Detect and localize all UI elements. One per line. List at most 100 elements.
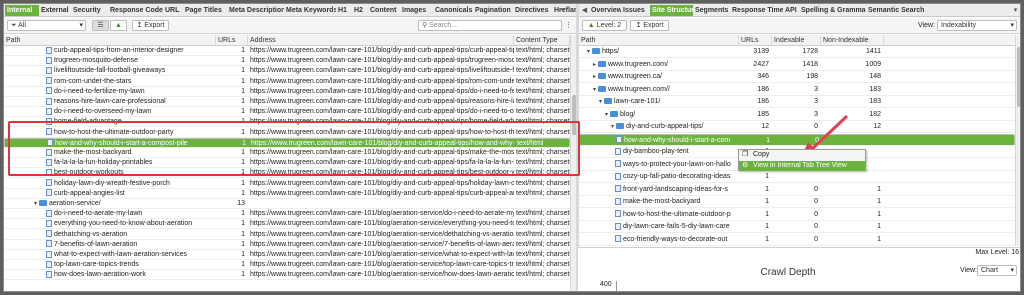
context-menu-copy[interactable]: ❐ Copy xyxy=(739,150,865,160)
tab-page-titles[interactable]: Page Titles xyxy=(185,5,227,16)
tab-meta-description[interactable]: Meta Description xyxy=(229,5,284,16)
table-row[interactable]: how-does-lawn-aeration-work 1 https://www.… xyxy=(4,270,570,281)
cell-path: make-the-most-backyard xyxy=(579,196,739,208)
column-header-path[interactable]: Path xyxy=(4,35,216,46)
export-button[interactable]: ↥ Export xyxy=(132,20,169,31)
tree-row[interactable]: ▾ https/3139 1728 1411 xyxy=(579,46,1015,58)
tree-row[interactable]: front-yard-landscaping-ideas-for-s 1 0 1 xyxy=(579,184,1015,196)
tab-meta-keywords[interactable]: Meta Keywords xyxy=(286,5,336,16)
path-text: do-i-need-to-aerate-my-lawn xyxy=(54,210,143,218)
tree-row[interactable]: ▾ lawn-care-101/186 3 183 xyxy=(579,96,1015,108)
expand-caret-icon[interactable]: ▾ xyxy=(603,109,610,121)
path-text: www.trugreen.com/ xyxy=(608,60,668,68)
tab-scroll-down-icon[interactable]: ▾ xyxy=(558,4,567,17)
table-row[interactable]: curb-appeal-angies-list 1 https://www.trug… xyxy=(4,189,570,199)
column-header-urls[interactable]: URLs xyxy=(216,35,248,46)
table-row[interactable]: reasons-hire-lawn-care-professional 1 http… xyxy=(4,97,570,107)
table-row[interactable]: top-lawn-care-topics-trends 1 https://www.… xyxy=(4,260,570,271)
search-input[interactable]: ⚲ Search... xyxy=(418,20,562,31)
tab-segments[interactable]: Segments xyxy=(695,5,730,16)
tab-response-codes[interactable]: Response Codes xyxy=(110,5,163,16)
table-row[interactable]: dethatching-vs-aeration 1 https://www.trug… xyxy=(4,230,570,240)
level-selector[interactable]: ▲ Level: 2 xyxy=(582,20,627,31)
tab-images[interactable]: Images xyxy=(402,5,433,16)
tab-issues[interactable]: Issues xyxy=(623,5,648,16)
chevron-down-icon: ▾ xyxy=(1010,22,1014,29)
table-row[interactable]: curb-appeal-tips-from-an-interior-design… xyxy=(4,46,570,56)
tab-api[interactable]: API xyxy=(785,5,799,16)
chart-view-select[interactable]: Chart ▾ xyxy=(977,265,1017,276)
file-icon xyxy=(615,210,621,218)
expand-caret-icon[interactable]: ▾ xyxy=(32,199,39,209)
cell-address: https://www.trugreen.com/lawn-care-101/b… xyxy=(250,179,514,187)
table-row[interactable]: ▾ aeration-service/13 xyxy=(4,199,570,209)
table-row[interactable]: holiday-lawn-diy-wreath-festive-porch 1 ht… xyxy=(4,179,570,189)
column-header-non-indexable[interactable]: Non-Indexable xyxy=(821,35,884,46)
file-icon xyxy=(46,189,52,197)
cell-urls: 186 xyxy=(757,85,769,93)
tree-row[interactable]: ▸ www.trugreen.com/2427 1418 1009 xyxy=(579,59,1015,71)
tab-url[interactable]: URL xyxy=(165,5,183,16)
tab-response-times[interactable]: Response Times xyxy=(732,5,783,16)
export-button[interactable]: ↥ Export xyxy=(630,20,669,31)
table-row[interactable]: trugreen-mosquito-defense 1 https://www.tr… xyxy=(4,56,570,67)
right-scrollbar[interactable] xyxy=(1015,35,1020,246)
table-row[interactable]: everything-you-need-to-know-about-aerati… xyxy=(4,219,570,230)
tab-canonicals[interactable]: Canonicals xyxy=(435,5,473,16)
tab-internal[interactable]: Internal xyxy=(5,5,39,16)
tab-semantic-search[interactable]: Semantic Search xyxy=(868,5,933,16)
export-icon: ↥ xyxy=(136,22,143,29)
table-row[interactable]: rom-com-under-the-stars 1 https://www.trug… xyxy=(4,77,570,87)
table-row[interactable]: 7-benefits-of-lawn-aeration 1 https://www.… xyxy=(4,240,570,250)
tree-row[interactable]: how-to-host-the-ultimate-outdoor-p 1 0 1 xyxy=(579,209,1015,221)
path-text: top-lawn-care-topics-trends xyxy=(54,261,139,269)
scrollbar-thumb[interactable] xyxy=(1017,47,1020,107)
table-row[interactable]: do-i-need-to-fertilize-my-lawn 1 https://w… xyxy=(4,87,570,97)
expand-caret-icon[interactable]: ▸ xyxy=(591,71,598,83)
tab-directives[interactable]: Directives xyxy=(515,5,552,16)
table-row[interactable]: do-i-need-to-overseed-my-lawn 1 https://ww… xyxy=(4,107,570,118)
expand-caret-icon[interactable]: ▾ xyxy=(585,46,592,58)
tree-row[interactable]: ▸ www.trugreen.ca/346 198 148 xyxy=(579,71,1015,83)
tab-h1[interactable]: H1 xyxy=(338,5,352,16)
tab-overview[interactable]: Overview xyxy=(591,5,621,16)
export-label: Export xyxy=(144,22,165,29)
expand-caret-icon[interactable]: ▾ xyxy=(609,121,616,133)
tab-h2[interactable]: H2 xyxy=(354,5,368,16)
tab-pagination[interactable]: Pagination xyxy=(475,5,513,16)
tree-row[interactable]: ▾ www.trugreen.com// 186 3 183 xyxy=(579,84,1015,96)
tab-spelling-grammar[interactable]: Spelling & Grammar xyxy=(801,5,866,16)
tab-scroll-left-icon[interactable]: ◀ xyxy=(580,4,589,17)
cell-path: how-and-why-should-i-start-a-com xyxy=(580,135,740,147)
expand-caret-icon[interactable]: ▾ xyxy=(597,96,604,108)
table-row[interactable]: liveliftoutside-fall-football-giveaways 1… xyxy=(4,66,570,77)
tab-external[interactable]: External xyxy=(41,5,71,16)
table-row[interactable]: do-i-need-to-aerate-my-lawn 1 https://www.… xyxy=(4,209,570,220)
expand-caret-icon[interactable]: ▸ xyxy=(591,59,598,71)
cell-urls: 1 xyxy=(241,77,245,85)
tab-security[interactable]: Security xyxy=(73,5,108,16)
column-header-urls[interactable]: URLs xyxy=(739,35,772,46)
column-header-indexable[interactable]: Indexable xyxy=(772,35,821,46)
file-icon xyxy=(46,271,52,279)
list-view-button[interactable]: ☰ xyxy=(92,20,109,31)
filter-select[interactable]: ⏷ All ▾ xyxy=(7,20,86,31)
tree-row[interactable]: diy-lawn-care-fails-5-diy-lawn-care 1 0 1 xyxy=(579,221,1015,233)
context-menu-view-tree[interactable]: ⚙ View in Internal Tab Tree View xyxy=(739,161,865,171)
tree-row[interactable]: make-the-most-backyard 1 0 1 xyxy=(579,196,1015,208)
column-header-content-type[interactable]: Content Type xyxy=(514,35,570,46)
cell-urls: 1 xyxy=(241,261,245,269)
tab-scroll-down-icon[interactable]: ▾ xyxy=(1011,4,1020,17)
tab-content[interactable]: Content xyxy=(370,5,400,16)
table-row[interactable]: what-to-expect-with-lawn-aeration-servic… xyxy=(4,250,570,260)
view-select[interactable]: Indexability ▾ xyxy=(937,20,1017,31)
tree-row[interactable]: cozy-up-fall-patio-decorating-ideas 1 xyxy=(579,171,1015,183)
column-header-path[interactable]: Path xyxy=(579,35,739,46)
column-header-address[interactable]: Address xyxy=(248,35,514,46)
tree-view-button[interactable]: ▲ xyxy=(110,20,127,31)
tree-row[interactable]: eco-friendly-ways-to-decorate-out 1 0 1 xyxy=(579,234,1015,246)
search-options-icon[interactable]: ⋮ xyxy=(565,21,572,29)
view-label: View: xyxy=(918,22,935,29)
tab-site-structure[interactable]: Site Structure xyxy=(650,5,693,16)
expand-caret-icon[interactable]: ▾ xyxy=(591,84,598,96)
